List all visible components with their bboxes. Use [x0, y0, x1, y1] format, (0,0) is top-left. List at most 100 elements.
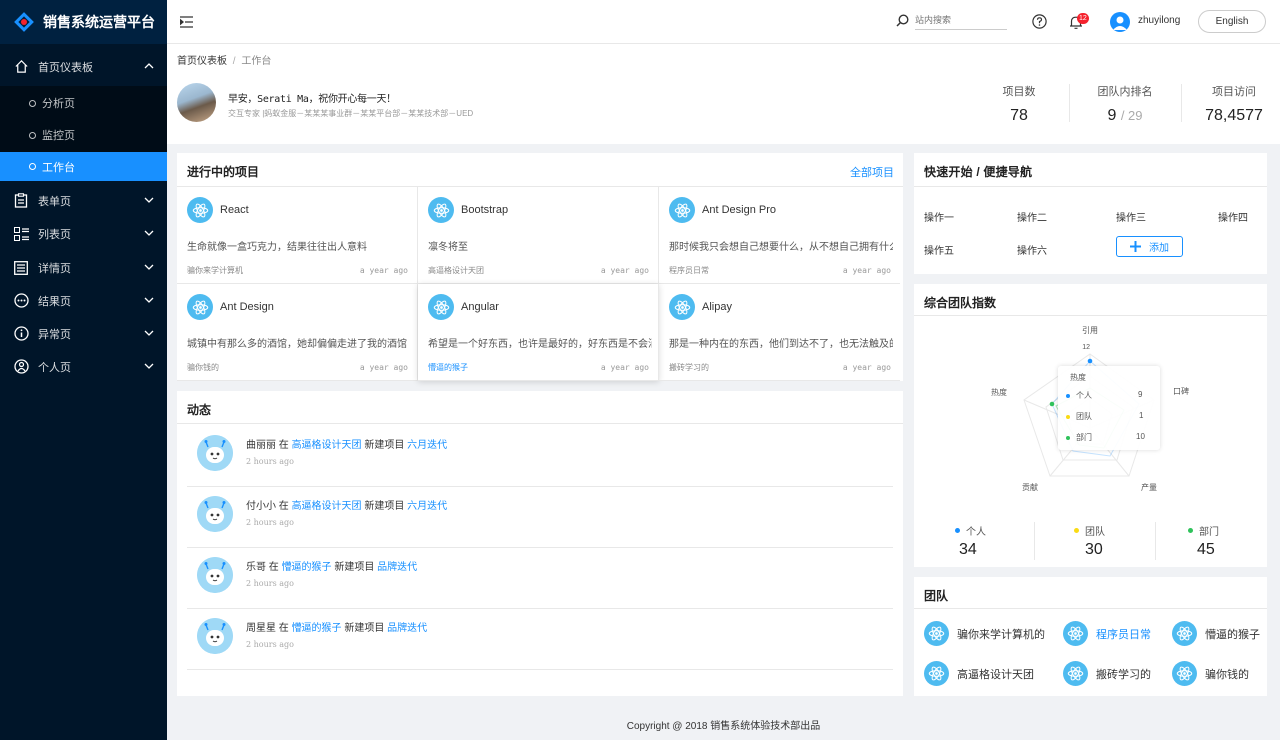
all-projects-link[interactable]: 全部项目	[850, 164, 894, 180]
quick-link[interactable]: 操作三	[1116, 209, 1146, 224]
sidebar-sub-workplace[interactable]: 工作台	[0, 152, 167, 181]
project-card[interactable]: React 生命就像一盒巧克力，结果往往出人意料 骗你来学计算机 a year ago	[177, 187, 418, 284]
sidebar-item-form[interactable]: 表单页	[0, 184, 167, 217]
team-item[interactable]: 高逼格设计天团	[924, 661, 1034, 686]
radar-axis-label: 产量	[1141, 482, 1157, 492]
team-avatar	[924, 661, 949, 686]
team-item[interactable]: 骗你钱的	[1172, 661, 1249, 686]
project-member[interactable]: 骗你来学计算机	[187, 265, 243, 276]
project-desc: 凛冬将至	[428, 242, 468, 253]
project-card[interactable]: Ant Design Pro 那时候我只会想自己想要什么，从不想自己拥有什么 程序员…	[659, 187, 900, 284]
chevron-down-icon	[144, 297, 154, 303]
team-avatar	[1063, 621, 1088, 646]
radar-legend-item[interactable]: 部门	[1188, 523, 1219, 538]
project-card[interactable]: Bootstrap 凛冬将至 高逼格设计天团 a year ago	[418, 187, 659, 284]
sidebar-item-dashboard[interactable]: 首页仪表板	[0, 50, 167, 83]
activity-group-link[interactable]: 高逼格设计天团	[292, 440, 362, 451]
activity-avatar	[197, 496, 233, 532]
activity-time: 2 hours ago	[246, 579, 294, 588]
activity-project-link[interactable]: 六月迭代	[407, 440, 447, 451]
search-input[interactable]	[915, 10, 1007, 30]
project-member[interactable]: 懵逼的猴子	[428, 362, 468, 373]
project-card[interactable]: Angular 希望是一个好东西，也许是最好的，好东西是不会消亡的懵逼的猴子 a y…	[418, 284, 659, 381]
question-icon[interactable]	[1032, 14, 1047, 29]
project-desc: 那是一种内在的东西，他们到达不了，也无法触及的	[669, 339, 893, 350]
sidebar-item-exception[interactable]: 异常页	[0, 317, 167, 350]
logo[interactable]: 销售系统运营平台	[0, 0, 167, 44]
breadcrumb-current: 工作台	[241, 56, 272, 67]
warning-icon	[13, 326, 29, 342]
team-item[interactable]: 骗你来学计算机的	[924, 621, 1045, 646]
menu-fold-icon[interactable]	[180, 16, 193, 28]
sidebar-sub-analysis[interactable]: 分析页	[0, 87, 167, 119]
chevron-up-icon	[144, 63, 154, 69]
username[interactable]: zhuyilong	[1138, 15, 1180, 26]
activity-group-link[interactable]: 懵逼的猴子	[282, 562, 332, 573]
user-icon	[13, 359, 29, 375]
project-card[interactable]: Alipay 那是一种内在的东西，他们到达不了，也无法触及的 搬砖学习的 a year…	[659, 284, 900, 381]
quick-link[interactable]: 操作四	[1218, 209, 1248, 224]
team-item[interactable]: 程序员日常	[1063, 621, 1151, 646]
sidebar-item-list[interactable]: 列表页	[0, 217, 167, 250]
activity-group-link[interactable]: 懵逼的猴子	[292, 623, 342, 634]
radar-legend-item[interactable]: 团队	[1074, 523, 1105, 538]
project-name: Bootstrap	[461, 204, 509, 216]
project-desc: 生命就像一盒巧克力，结果往往出人意料	[187, 242, 367, 253]
project-member[interactable]: 搬砖学习的	[669, 362, 709, 373]
chevron-down-icon	[144, 330, 154, 336]
activity-project-link[interactable]: 品牌迭代	[377, 562, 417, 573]
quick-link[interactable]: 操作六	[1017, 242, 1047, 257]
project-member[interactable]: 骗你钱的	[187, 362, 219, 373]
breadcrumb-home[interactable]: 首页仪表板	[177, 56, 227, 67]
project-avatar	[428, 294, 454, 320]
search-icon[interactable]	[896, 14, 909, 27]
radar-axis-label: 热度	[991, 387, 1007, 397]
project-avatar	[187, 294, 213, 320]
radar-axis-label: 口碑	[1173, 386, 1189, 396]
welcome-greeting: 早安，Serati Ma，祝你开心每一天！	[228, 94, 396, 105]
radar-legend-item[interactable]: 个人	[955, 523, 986, 538]
sidebar: 销售系统运营平台 首页仪表板 分析页 监控页 工作台 表单页 列表页 详情页 结…	[0, 0, 167, 740]
chevron-down-icon	[144, 230, 154, 236]
user-avatar[interactable]	[1110, 12, 1130, 32]
quick-link[interactable]: 操作二	[1017, 209, 1047, 224]
sidebar-item-profile[interactable]: 详情页	[0, 251, 167, 284]
add-link-button[interactable]: 添加	[1116, 236, 1183, 257]
project-time: a year ago	[359, 363, 408, 372]
quick-link[interactable]: 操作五	[924, 242, 954, 257]
project-time: a year ago	[842, 266, 891, 275]
project-desc: 希望是一个好东西，也许是最好的，好东西是不会消亡的	[428, 339, 652, 350]
activity-time: 2 hours ago	[246, 640, 294, 649]
project-member[interactable]: 高逼格设计天团	[428, 265, 484, 276]
stat-visits: 项目访问 78,4577	[1205, 86, 1263, 124]
activity-project-link[interactable]: 六月迭代	[407, 501, 447, 512]
activity-group-link[interactable]: 高逼格设计天团	[292, 501, 362, 512]
activity-user: 付小小	[246, 501, 276, 512]
footer-copyright: Copyright @ 2018 销售系统体验技术部出品	[626, 721, 821, 732]
team-item[interactable]: 懵逼的猴子	[1172, 621, 1260, 646]
table-icon	[13, 226, 29, 242]
quick-link[interactable]: 操作一	[924, 209, 954, 224]
home-icon	[13, 59, 29, 75]
activity-avatar	[197, 618, 233, 654]
sidebar-item-result[interactable]: 结果页	[0, 284, 167, 317]
activity-project-link[interactable]: 品牌迭代	[387, 623, 427, 634]
project-name: Angular	[461, 301, 499, 313]
chevron-down-icon	[144, 197, 154, 203]
result-icon	[13, 293, 29, 309]
chevron-down-icon	[144, 363, 154, 369]
team-item[interactable]: 搬砖学习的	[1063, 661, 1151, 686]
project-card[interactable]: Ant Design 城镇中有那么多的酒馆，她却偏偏走进了我的酒馆 骗你钱的 a ye…	[177, 284, 418, 381]
react-logo-icon	[928, 666, 945, 681]
robot-avatar-icon	[197, 435, 233, 471]
language-button[interactable]: English	[1198, 10, 1266, 33]
stat-projects: 项目数 78	[1002, 86, 1036, 124]
project-name: Alipay	[702, 301, 732, 313]
plus-icon	[1130, 241, 1141, 252]
sidebar-item-account[interactable]: 个人页	[0, 350, 167, 383]
sidebar-sub-monitor[interactable]: 监控页	[0, 119, 167, 151]
project-avatar	[428, 197, 454, 223]
project-member[interactable]: 程序员日常	[669, 265, 709, 276]
user-role: 交互专家 |蚂蚁金服－某某某事业群－某某平台部－某某技术部－UED	[228, 109, 474, 118]
robot-avatar-icon	[197, 496, 233, 532]
